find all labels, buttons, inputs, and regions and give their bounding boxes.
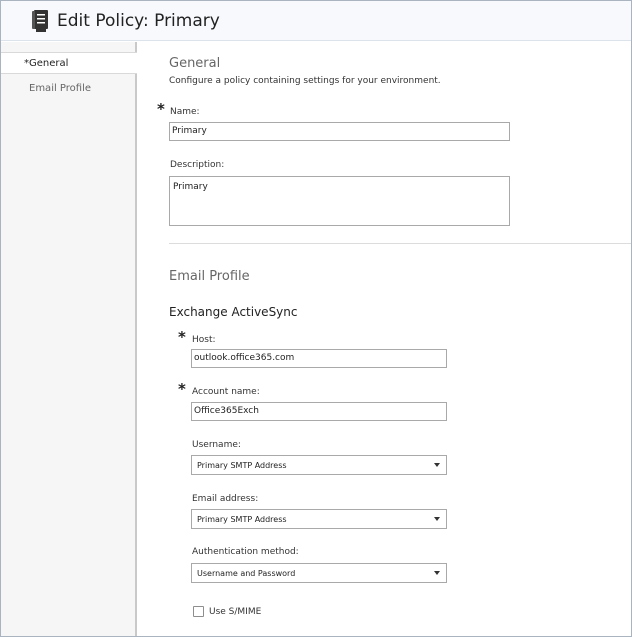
username-select-value: Primary SMTP Address (197, 461, 287, 470)
username-label: Username: (192, 440, 241, 450)
exchange-activesync-heading: Exchange ActiveSync (169, 305, 298, 319)
page-header: Edit Policy: Primary (1, 1, 631, 41)
email-address-select-value: Primary SMTP Address (197, 515, 287, 524)
authentication-method-label: Authentication method: (192, 547, 299, 557)
use-smime-checkbox[interactable] (193, 606, 204, 617)
section-divider (169, 243, 631, 244)
required-marker: * (178, 380, 186, 398)
email-profile-section-title: Email Profile (169, 269, 250, 284)
username-select[interactable]: Primary SMTP Address (191, 455, 447, 475)
authentication-method-select[interactable]: Username and Password (191, 563, 447, 583)
use-smime-label: Use S/MIME (209, 607, 262, 617)
account-name-input[interactable]: Office365Exch (191, 402, 447, 421)
description-textarea[interactable]: Primary (169, 176, 510, 226)
required-marker: * (157, 100, 165, 118)
sidebar: *General Email Profile (1, 42, 137, 636)
main-content: General Configure a policy containing se… (139, 42, 631, 636)
chevron-down-icon (434, 571, 440, 575)
chevron-down-icon (434, 517, 440, 521)
host-input[interactable]: outlook.office365.com (191, 349, 447, 368)
general-section-description: Configure a policy containing settings f… (169, 76, 441, 86)
authentication-method-select-value: Username and Password (197, 569, 296, 578)
name-input[interactable]: Primary (169, 122, 510, 141)
policy-document-icon (32, 10, 48, 32)
page-title: Edit Policy: Primary (57, 11, 220, 31)
required-marker: * (178, 328, 186, 346)
sidebar-item-general[interactable]: *General (1, 52, 137, 74)
name-label: Name: (170, 107, 200, 117)
chevron-down-icon (434, 463, 440, 467)
email-address-label: Email address: (192, 494, 259, 504)
host-label: Host: (192, 335, 216, 345)
general-section-title: General (169, 56, 221, 71)
email-address-select[interactable]: Primary SMTP Address (191, 509, 447, 529)
account-name-label: Account name: (192, 387, 260, 397)
description-label: Description: (170, 160, 225, 170)
sidebar-item-email-profile[interactable]: Email Profile (1, 78, 137, 100)
